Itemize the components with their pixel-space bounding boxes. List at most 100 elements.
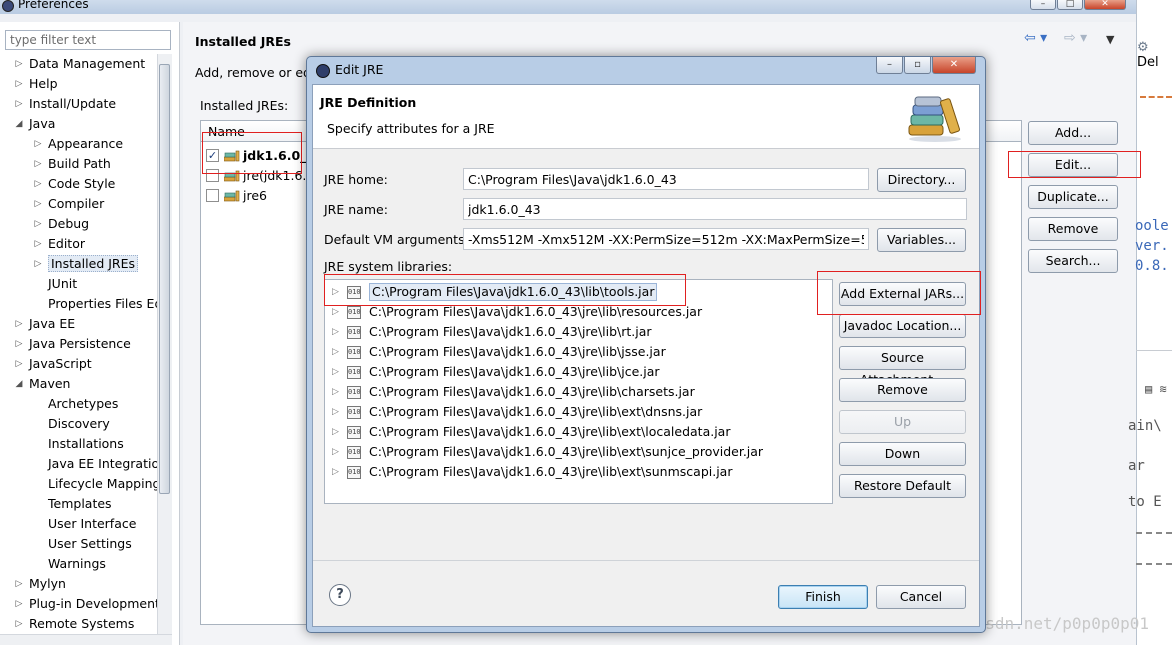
tree-item[interactable]: ▷ Help [14,74,58,94]
tree-item[interactable]: User Settings [33,534,132,554]
code-line: ar [1128,458,1145,474]
collapsed-arrow-icon[interactable]: ▷ [332,442,342,462]
editor-tab[interactable]: ⚙ Del [1137,40,1172,70]
down-button[interactable]: Down [839,442,966,466]
tree-item[interactable]: ▷ Installed JREs [33,254,139,274]
view-menu-icon[interactable]: ▼ [1106,33,1114,46]
collapsed-arrow-icon[interactable]: ▷ [14,574,24,594]
dialog-separator [313,560,979,561]
help-icon[interactable]: ? [329,584,351,606]
collapsed-arrow-icon[interactable]: ▷ [332,402,342,422]
tree-item[interactable]: ▷ JavaScript [14,354,92,374]
tree-item[interactable]: ▷ Plug-in Development [14,594,157,614]
collapsed-arrow-icon[interactable]: ▷ [14,594,24,614]
collapsed-arrow-icon[interactable]: ▷ [33,134,43,154]
tree-item[interactable]: ▷ Editor [33,234,85,254]
collapsed-arrow-icon[interactable]: ▷ [33,174,43,194]
tree-item[interactable]: ▷ Install/Update [14,94,117,114]
editor-tab-icon: ⚙ [1137,40,1149,55]
up-button[interactable]: Up [839,410,966,434]
duplicate-jre-button[interactable]: Duplicate... [1028,185,1118,209]
collapsed-arrow-icon[interactable]: ▷ [14,614,24,634]
finish-button[interactable]: Finish [778,585,868,609]
collapsed-arrow-icon[interactable]: ▷ [14,74,24,94]
collapsed-arrow-icon[interactable]: ▷ [332,342,342,362]
tree-item[interactable]: JUnit [33,274,77,294]
collapsed-arrow-icon[interactable]: ▷ [332,422,342,442]
tree-item[interactable]: ◢ Maven [14,374,71,394]
remove-jre-button[interactable]: Remove [1028,217,1118,241]
tree-item-label: Java [29,116,56,131]
maximize-icon[interactable]: □ [1057,0,1083,10]
library-path: C:\Program Files\Java\jdk1.6.0_43\jre\li… [369,384,695,399]
tree-item[interactable]: ▷ Data Management [14,54,146,74]
tree-item[interactable]: Java EE Integratior [33,454,157,474]
jre-home-field[interactable] [463,168,869,190]
dialog-close-icon[interactable]: ✕ [932,57,976,74]
dialog-maximize-icon[interactable]: ▫ [904,57,931,74]
dialog-minimize-icon[interactable]: – [876,57,903,74]
jre-name-field[interactable] [463,198,967,220]
add-jre-button[interactable]: Add... [1028,121,1118,145]
vm-args-field[interactable] [463,228,869,250]
collapsed-arrow-icon[interactable]: ▷ [14,94,24,114]
cancel-button[interactable]: Cancel [876,585,966,609]
tree-item[interactable]: ▷ Java EE [14,314,76,334]
tree-scrollbar-thumb[interactable] [159,64,170,494]
collapsed-arrow-icon[interactable]: ▷ [332,382,342,402]
jar-file-icon: 010 [347,326,361,339]
collapsed-arrow-icon[interactable]: ▷ [33,234,43,254]
tree-item[interactable]: ▷ Debug [33,214,90,234]
banner-title: JRE Definition [320,95,417,110]
jre-checkbox[interactable] [206,189,219,202]
tree-item-label: User Interface [48,516,137,531]
collapsed-arrow-icon[interactable]: ▷ [14,54,24,74]
tree-item[interactable]: ▷ Appearance [33,134,124,154]
close-icon[interactable]: ✕ [1084,0,1126,10]
collapsed-arrow-icon[interactable]: ▷ [14,334,24,354]
tree-item[interactable]: Properties Files Ed [33,294,157,314]
collapsed-arrow-icon[interactable]: ▷ [33,254,43,274]
collapsed-arrow-icon[interactable]: ▷ [14,354,24,374]
console-icon[interactable]: ▤ ≋ [1145,382,1167,396]
javadoc-location-button[interactable]: Javadoc Location... [839,314,966,338]
collapsed-arrow-icon[interactable]: ▷ [332,322,342,342]
tree-item[interactable]: Lifecycle Mapping [33,474,157,494]
back-arrow-icon[interactable]: ⇦ ▾ [1024,30,1047,46]
tree-item[interactable]: Installations [33,434,124,454]
collapsed-arrow-icon[interactable]: ▷ [332,462,342,482]
tree-item[interactable]: Discovery [33,414,110,434]
collapsed-arrow-icon[interactable]: ▷ [33,214,43,234]
search-jre-button[interactable]: Search... [1028,249,1118,273]
tree-item[interactable]: ▷ Remote Systems [14,614,135,634]
tree-item-label: Java EE [29,316,76,331]
source-attachment-button[interactable]: Source Attachment... [839,346,966,387]
collapsed-arrow-icon[interactable]: ▷ [33,194,43,214]
tree-item-label: Compiler [48,196,105,211]
expanded-arrow-icon[interactable]: ◢ [14,374,24,394]
tree-item[interactable]: User Interface [33,514,136,534]
collapsed-arrow-icon[interactable]: ▷ [33,154,43,174]
banner-description: Specify attributes for a JRE [327,121,495,136]
tree-item[interactable]: ◢ Java [14,114,56,134]
tree-horizontal-scrollbar[interactable] [0,634,172,645]
tree-item[interactable]: ▷ Compiler [33,194,105,214]
variables-button[interactable]: Variables... [877,228,966,252]
restore-default-button[interactable]: Restore Default [839,474,966,498]
remove-library-button[interactable]: Remove [839,378,966,402]
tree-item[interactable]: Templates [33,494,112,514]
tree-item[interactable]: ▷ Code Style [33,174,116,194]
expanded-arrow-icon[interactable]: ◢ [14,114,24,134]
collapsed-arrow-icon[interactable]: ▷ [14,314,24,334]
tree-item-label: JUnit [48,276,78,291]
collapsed-arrow-icon[interactable]: ▷ [332,362,342,382]
tree-item[interactable]: ▷ Build Path [33,154,111,174]
directory-button[interactable]: Directory... [877,168,966,192]
tree-item[interactable]: ▷ Java Persistence [14,334,131,354]
forward-arrow-icon[interactable]: ⇨ ▾ [1064,30,1087,46]
filter-input[interactable] [5,30,171,50]
tree-item[interactable]: Archetypes [33,394,118,414]
tree-item[interactable]: Warnings [33,554,106,574]
minimize-icon[interactable]: – [1030,0,1056,10]
tree-item[interactable]: ▷ Mylyn [14,574,66,594]
